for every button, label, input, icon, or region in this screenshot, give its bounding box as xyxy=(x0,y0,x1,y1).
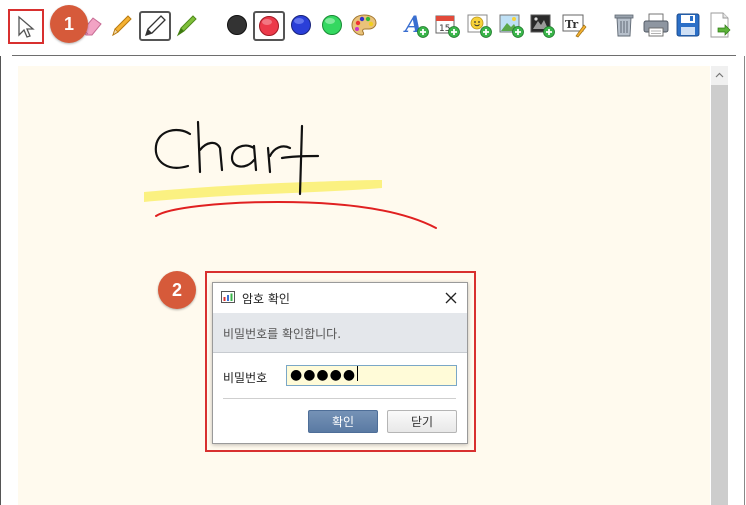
print-button[interactable] xyxy=(642,10,670,40)
add-text-button[interactable]: A xyxy=(402,10,430,40)
highlight-stroke xyxy=(144,180,382,202)
add-image-icon xyxy=(499,14,524,38)
add-emoji-button[interactable] xyxy=(465,10,493,40)
color-blue-swatch xyxy=(291,15,311,35)
save-button[interactable] xyxy=(674,10,702,40)
pen-icon xyxy=(144,15,166,37)
export-icon xyxy=(710,12,731,38)
save-icon xyxy=(676,13,700,37)
color-palette-icon xyxy=(351,14,377,36)
pencil-button[interactable] xyxy=(108,10,136,40)
dialog-close-button[interactable] xyxy=(443,290,459,306)
svg-text:Tr: Tr xyxy=(565,18,578,31)
add-image-button[interactable] xyxy=(497,10,525,40)
password-label: 비밀번호 xyxy=(223,371,268,385)
text-caret xyxy=(357,366,359,381)
pencil-icon xyxy=(112,15,132,37)
color-black-swatch xyxy=(227,15,247,35)
chart-app-icon xyxy=(221,291,235,303)
dialog-titlebar: 암호 확인 xyxy=(213,283,467,313)
add-emoji-icon xyxy=(467,14,492,38)
step-badge-2: 2 xyxy=(158,271,196,309)
color-red-button[interactable] xyxy=(253,11,285,41)
add-photo-button[interactable] xyxy=(528,10,556,40)
password-confirm-dialog: 암호 확인 비밀번호를 확인합니다. 비밀번호 ●●●●● 확인 닫기 xyxy=(212,282,468,444)
color-palette-button[interactable] xyxy=(350,10,378,40)
right-border xyxy=(744,56,745,505)
cancel-button[interactable]: 닫기 xyxy=(387,410,457,433)
password-field[interactable]: ●●●●● xyxy=(286,365,457,386)
password-value: ●●●●● xyxy=(290,367,357,383)
add-calendar-icon: 15 xyxy=(435,15,460,38)
vertical-scrollbar[interactable] xyxy=(711,66,728,505)
color-red-swatch xyxy=(259,16,279,36)
select-pointer-icon xyxy=(18,15,35,38)
add-text-icon: A xyxy=(403,12,429,38)
color-green-button[interactable] xyxy=(318,10,346,40)
color-black-button[interactable] xyxy=(223,10,251,40)
highlighter-icon xyxy=(176,15,197,37)
app-window: A 15 Tr 1 2 암호 확인 비밀번호를 확인합니다. 비밀번호 ●●●●… xyxy=(0,0,746,505)
text-format-icon: Tr xyxy=(562,14,587,38)
confirm-button[interactable]: 확인 xyxy=(308,410,378,433)
add-photo-icon xyxy=(530,14,555,38)
select-pointer-button[interactable] xyxy=(8,9,44,44)
print-icon xyxy=(643,13,669,37)
highlighter-button[interactable] xyxy=(173,10,201,40)
scroll-up-button[interactable] xyxy=(711,66,728,83)
dialog-title: 암호 확인 xyxy=(242,292,290,306)
trash-button[interactable] xyxy=(610,10,638,40)
color-blue-button[interactable] xyxy=(287,10,315,40)
add-calendar-button[interactable]: 15 xyxy=(433,10,461,40)
dialog-separator xyxy=(223,398,456,399)
chevron-up-icon xyxy=(715,72,724,77)
pen-button[interactable] xyxy=(139,11,171,41)
trash-icon xyxy=(614,14,634,37)
dialog-message: 비밀번호를 확인합니다. xyxy=(223,327,342,341)
text-format-button[interactable]: Tr xyxy=(560,10,588,40)
export-button[interactable] xyxy=(706,10,734,40)
scroll-thumb[interactable] xyxy=(711,85,728,505)
dialog-message-bar: 비밀번호를 확인합니다. xyxy=(213,313,467,353)
step-badge-1: 1 xyxy=(50,5,88,43)
color-green-swatch xyxy=(322,15,342,35)
left-border xyxy=(0,56,1,505)
close-icon xyxy=(445,292,457,304)
underline-stroke xyxy=(155,200,437,229)
toolbar: A 15 Tr xyxy=(0,0,746,52)
